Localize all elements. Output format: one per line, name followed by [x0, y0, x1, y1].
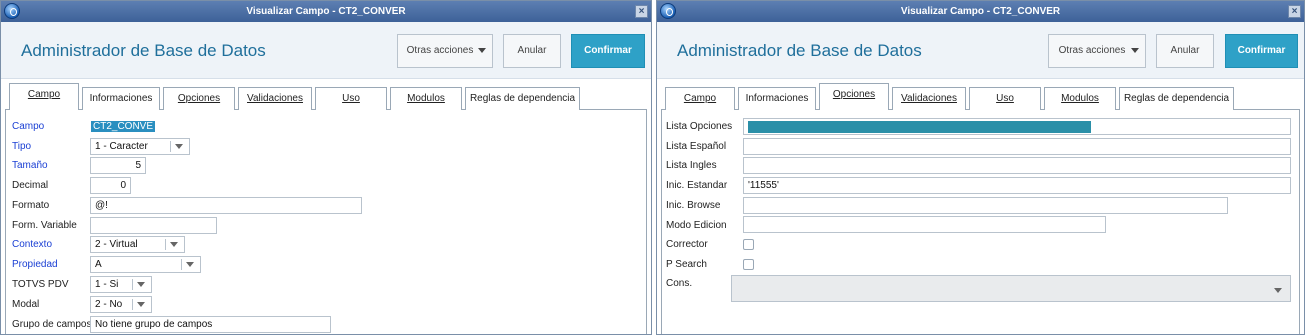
- tab-opciones[interactable]: Opciones: [819, 83, 889, 111]
- modo-edicion-field[interactable]: [743, 216, 1106, 233]
- app-logo-icon: [660, 3, 676, 19]
- title-bar: Visualizar Campo - CT2_CONVER ×: [1, 1, 651, 22]
- lista-opciones-field[interactable]: [743, 118, 1291, 135]
- more-actions-button[interactable]: Otras acciones: [397, 34, 493, 68]
- cons-label: Cons.: [666, 278, 693, 289]
- grupo-label: Grupo de campos: [12, 319, 92, 330]
- close-icon[interactable]: ×: [635, 5, 648, 18]
- confirm-button[interactable]: Confirmar: [1225, 34, 1298, 68]
- header: Administrador de Base de Datos Otras acc…: [1, 22, 651, 79]
- form-variable-label: Form. Variable: [12, 220, 77, 231]
- app-logo-icon: [4, 3, 20, 19]
- campo-label: Campo: [12, 121, 45, 132]
- window-title: Visualizar Campo - CT2_CONVER: [246, 6, 406, 17]
- form-panel: Campo CT2_CONVE Tipo 1 - Caracter Tamaño…: [5, 110, 647, 334]
- header: Administrador de Base de Datos Otras acc…: [657, 22, 1304, 79]
- campo-field[interactable]: CT2_CONVE: [90, 118, 156, 135]
- grupo-field[interactable]: No tiene grupo de campos: [90, 316, 331, 333]
- inic-browse-field[interactable]: [743, 197, 1228, 214]
- close-icon[interactable]: ×: [1288, 5, 1301, 18]
- tab-uso[interactable]: Uso: [315, 87, 387, 110]
- lista-ingles-field[interactable]: [743, 157, 1291, 174]
- tab-informaciones[interactable]: Informaciones: [82, 87, 160, 110]
- tab-bar: Campo Informaciones Opciones Validacione…: [661, 83, 1300, 111]
- p-search-label: P Search: [666, 259, 707, 270]
- formato-field[interactable]: @!: [90, 197, 362, 214]
- form-variable-field[interactable]: [90, 217, 217, 234]
- tab-opciones[interactable]: Opciones: [163, 87, 235, 110]
- formato-label: Formato: [12, 200, 50, 211]
- window-title: Visualizar Campo - CT2_CONVER: [900, 6, 1061, 17]
- right-window: Visualizar Campo - CT2_CONVER × Administ…: [656, 0, 1305, 335]
- tab-bar: Campo Informaciones Opciones Validacione…: [5, 83, 647, 111]
- form-panel: Lista Opciones Lista Español Lista Ingle…: [661, 110, 1300, 334]
- tab-validaciones[interactable]: Validaciones: [238, 87, 312, 110]
- app-title: Administrador de Base de Datos: [677, 41, 922, 60]
- tamano-label: Tamaño: [12, 160, 48, 171]
- inic-estandar-label: Inic. Estandar: [666, 180, 728, 191]
- inic-estandar-field[interactable]: '11555': [743, 177, 1291, 194]
- totvs-pdv-label: TOTVS PDV: [12, 279, 69, 290]
- left-window: Visualizar Campo - CT2_CONVER × Administ…: [0, 0, 652, 335]
- app-title: Administrador de Base de Datos: [21, 41, 266, 60]
- tab-uso[interactable]: Uso: [969, 87, 1041, 110]
- chevron-down-icon: [1131, 48, 1139, 53]
- tab-validaciones[interactable]: Validaciones: [892, 87, 966, 110]
- more-actions-button[interactable]: Otras acciones: [1048, 34, 1146, 68]
- tipo-select[interactable]: 1 - Caracter: [90, 138, 190, 155]
- modal-select[interactable]: 2 - No: [90, 296, 152, 313]
- tab-modulos[interactable]: Modulos: [1044, 87, 1116, 110]
- tamano-field[interactable]: 5: [90, 157, 146, 174]
- confirm-button[interactable]: Confirmar: [571, 34, 645, 68]
- more-actions-label: Otras acciones: [1058, 45, 1126, 56]
- inic-browse-label: Inic. Browse: [666, 200, 721, 211]
- totvs-pdv-select[interactable]: 1 - Si: [90, 276, 152, 293]
- chevron-down-icon: [478, 48, 486, 53]
- lista-ingles-label: Lista Ingles: [666, 160, 717, 171]
- selection-highlight: [748, 121, 1091, 133]
- title-bar: Visualizar Campo - CT2_CONVER ×: [657, 1, 1304, 22]
- tab-modulos[interactable]: Modulos: [390, 87, 462, 110]
- propiedad-label: Propiedad: [12, 259, 58, 270]
- tab-campo[interactable]: Campo: [9, 83, 79, 111]
- tab-reglas-de-dependencia[interactable]: Reglas de dependencia: [1119, 87, 1234, 110]
- modal-label: Modal: [12, 299, 40, 310]
- tipo-label: Tipo: [12, 141, 32, 152]
- cancel-button[interactable]: Anular: [1156, 34, 1214, 68]
- p-search-checkbox[interactable]: [743, 259, 754, 270]
- decimal-label: Decimal: [12, 180, 49, 191]
- lista-espanol-label: Lista Español: [666, 141, 727, 152]
- tab-reglas-de-dependencia[interactable]: Reglas de dependencia: [465, 87, 580, 110]
- tab-informaciones[interactable]: Informaciones: [738, 87, 816, 110]
- propiedad-select[interactable]: A: [90, 256, 201, 273]
- modo-edicion-label: Modo Edicion: [666, 220, 727, 231]
- cons-select[interactable]: [731, 275, 1291, 302]
- contexto-label: Contexto: [12, 239, 53, 250]
- lista-espanol-field[interactable]: [743, 138, 1291, 155]
- lista-opciones-label: Lista Opciones: [666, 121, 733, 132]
- corrector-checkbox[interactable]: [743, 239, 754, 250]
- tab-campo[interactable]: Campo: [665, 87, 735, 110]
- cancel-button[interactable]: Anular: [503, 34, 561, 68]
- contexto-select[interactable]: 2 - Virtual: [90, 236, 185, 253]
- decimal-field[interactable]: 0: [90, 177, 131, 194]
- corrector-label: Corrector: [666, 239, 708, 250]
- more-actions-label: Otras acciones: [406, 45, 474, 56]
